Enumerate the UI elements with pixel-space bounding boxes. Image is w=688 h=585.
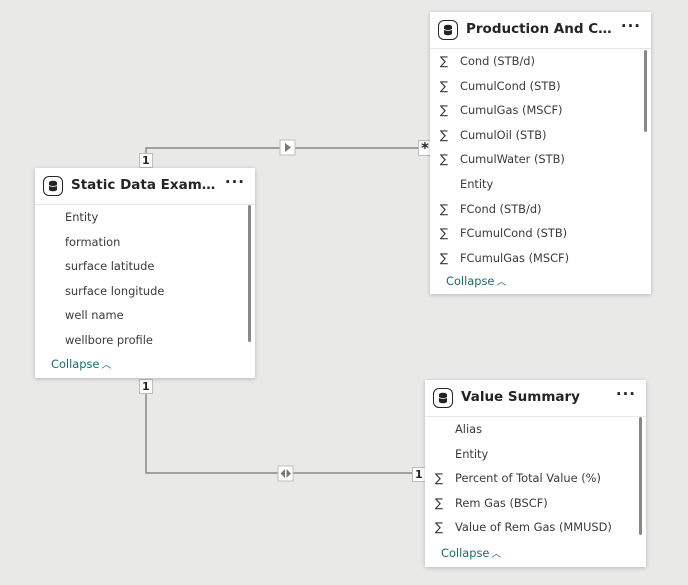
field-item[interactable]: ∑ CumulGas (MSCF) xyxy=(430,98,651,123)
chevron-up-icon: ︿ xyxy=(491,549,502,560)
single-direction-arrow-icon[interactable] xyxy=(279,139,296,156)
field-item[interactable]: ∑ FCumulGas (MSCF) xyxy=(430,246,651,271)
cardinality-one-static-bottom: 1 xyxy=(139,379,153,394)
sigma-icon: ∑ xyxy=(440,250,449,265)
field-label: Cond (STB/d) xyxy=(460,54,535,68)
field-item[interactable]: ∑ Rem Gas (BSCF) xyxy=(425,491,646,516)
collapse-button[interactable]: Collapse ︿ xyxy=(446,273,506,288)
field-item[interactable]: ∑ CumulWater (STB) xyxy=(430,147,651,172)
more-options-icon[interactable]: ··· xyxy=(616,385,636,403)
scrollbar[interactable] xyxy=(644,50,647,132)
sigma-icon: ∑ xyxy=(435,495,444,510)
field-list: Entity formation surface latitude surface l… xyxy=(35,205,255,353)
field-label: surface latitude xyxy=(65,259,155,274)
field-item[interactable]: ∑ CumulOil (STB) xyxy=(430,123,651,148)
field-label: formation xyxy=(65,234,121,249)
sigma-icon: ∑ xyxy=(440,103,449,118)
field-label: wellbore profile xyxy=(65,332,153,347)
field-label: well name xyxy=(65,308,124,323)
table-title[interactable]: Production And Compl... xyxy=(466,21,616,37)
field-item[interactable]: surface longitude xyxy=(35,279,255,304)
field-item[interactable]: Entity xyxy=(430,172,651,197)
cardinality-one-static-top: 1 xyxy=(139,153,153,168)
field-label: FCond (STB/d) xyxy=(460,201,542,216)
sigma-icon: ∑ xyxy=(440,54,449,68)
field-label: CumulWater (STB) xyxy=(460,152,565,167)
collapse-label: Collapse xyxy=(51,357,100,371)
field-label: Entity xyxy=(65,210,99,224)
bidirectional-arrow-icon[interactable] xyxy=(277,465,294,482)
sigma-icon: ∑ xyxy=(435,471,444,486)
field-label: Rem Gas (BSCF) xyxy=(455,495,548,510)
table-card-production[interactable]: Production And Compl... ··· ∑ Cond (STB/d… xyxy=(430,12,651,294)
more-options-icon[interactable]: ··· xyxy=(621,17,641,35)
field-item[interactable]: well name xyxy=(35,303,255,328)
collapse-label: Collapse xyxy=(441,546,490,560)
field-label: CumulGas (MSCF) xyxy=(460,103,563,118)
field-item[interactable]: ∑ CumulCond (STB) xyxy=(430,74,651,99)
field-label: surface longitude xyxy=(65,283,165,298)
card-header: Static Data Example ··· xyxy=(35,168,255,205)
sigma-icon: ∑ xyxy=(440,201,449,216)
table-title[interactable]: Value Summary xyxy=(461,389,611,405)
field-label: FCumulCond (STB) xyxy=(460,226,568,241)
sigma-icon: ∑ xyxy=(440,226,449,241)
sigma-icon: ∑ xyxy=(440,127,449,142)
field-item[interactable]: ∑ Percent of Total Value (%) xyxy=(425,466,646,491)
field-item[interactable]: Alias xyxy=(425,417,646,442)
field-list: Alias Entity ∑ Percent of Total Value (%) ∑ R… xyxy=(425,417,646,540)
field-label: Value of Rem Gas (MMUSD) xyxy=(455,520,612,535)
table-title[interactable]: Static Data Example xyxy=(71,177,221,193)
more-options-icon[interactable]: ··· xyxy=(225,173,245,191)
scrollbar[interactable] xyxy=(248,205,251,342)
field-item[interactable]: ∑ Value of Rem Gas (MMUSD) xyxy=(425,515,646,540)
sigma-icon: ∑ xyxy=(440,152,449,167)
field-label: Entity xyxy=(455,446,489,461)
field-item[interactable]: ∑ Cond (STB/d) xyxy=(430,49,651,74)
field-label: FCumulGas (MSCF) xyxy=(460,250,570,265)
field-label: Alias xyxy=(455,422,483,436)
collapse-label: Collapse xyxy=(446,274,495,288)
field-item[interactable]: ∑ FCumulCond (STB) xyxy=(430,221,651,246)
field-label: Percent of Total Value (%) xyxy=(455,471,601,486)
field-item[interactable]: Entity xyxy=(425,442,646,467)
field-label: CumulCond (STB) xyxy=(460,78,561,93)
scrollbar[interactable] xyxy=(639,417,642,535)
field-item[interactable]: wellbore profile xyxy=(35,328,255,353)
chevron-up-icon: ︿ xyxy=(496,277,507,288)
field-item[interactable]: ∑ FCond (STB/d) xyxy=(430,197,651,222)
collapse-button[interactable]: Collapse ︿ xyxy=(51,356,111,371)
table-database-icon[interactable] xyxy=(433,388,453,408)
table-card-static[interactable]: Static Data Example ··· Entity formation s… xyxy=(35,168,255,378)
sigma-icon: ∑ xyxy=(435,520,444,535)
table-card-value-summary[interactable]: Value Summary ··· Alias Entity ∑ Percent of… xyxy=(425,380,646,567)
model-canvas[interactable]: 1 * 1 1 Production And Compl... ··· ∑Con… xyxy=(0,0,688,585)
table-database-icon[interactable] xyxy=(43,176,63,196)
field-item[interactable]: surface latitude xyxy=(35,254,255,279)
collapse-button[interactable]: Collapse ︿ xyxy=(441,545,501,560)
field-label: CumulOil (STB) xyxy=(460,127,547,142)
field-item[interactable]: formation xyxy=(35,230,255,255)
field-label: Entity xyxy=(460,176,494,191)
sigma-icon: ∑ xyxy=(440,78,449,93)
relationship-static-value[interactable] xyxy=(145,379,425,474)
field-item[interactable]: Entity xyxy=(35,205,255,230)
table-database-icon[interactable] xyxy=(438,20,458,40)
chevron-up-icon: ︿ xyxy=(101,360,112,371)
field-list: ∑ Cond (STB/d) ∑ CumulCond (STB) ∑ CumulGas (… xyxy=(430,49,651,270)
card-header: Production And Compl... ··· xyxy=(430,12,651,49)
card-header: Value Summary ··· xyxy=(425,380,646,417)
cardinality-one-value: 1 xyxy=(412,467,426,482)
